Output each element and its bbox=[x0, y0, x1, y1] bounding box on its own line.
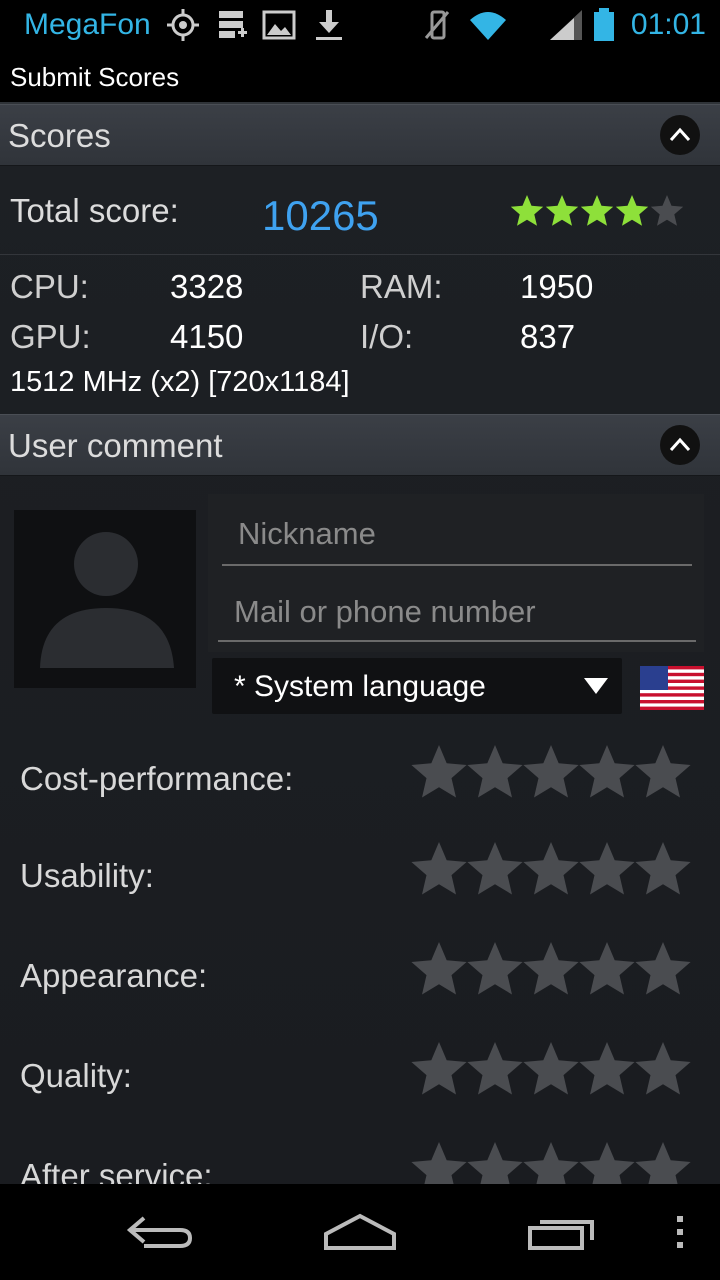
rating-label: Cost-performance: bbox=[20, 760, 294, 797]
language-selected: * System language bbox=[234, 670, 486, 703]
total-score-value: 10265 bbox=[262, 192, 379, 239]
star-empty-icon[interactable] bbox=[411, 745, 467, 798]
rating-stars[interactable] bbox=[410, 1141, 692, 1184]
star-filled-icon bbox=[615, 195, 649, 226]
cpu-label: CPU: bbox=[10, 268, 89, 305]
carrier-name: MegaFon bbox=[24, 8, 151, 41]
star-empty-icon[interactable] bbox=[579, 1142, 635, 1184]
star-empty-icon bbox=[650, 195, 684, 226]
rating-row: Quality: bbox=[0, 1037, 720, 1127]
star-empty-icon[interactable] bbox=[579, 842, 635, 895]
home-icon[interactable] bbox=[322, 1212, 398, 1252]
star-empty-icon[interactable] bbox=[523, 942, 579, 995]
star-empty-icon[interactable] bbox=[467, 842, 523, 895]
signal-icon bbox=[550, 10, 582, 40]
rating-label: Quality: bbox=[20, 1057, 132, 1094]
action-bar: Submit Scores bbox=[0, 50, 720, 104]
star-empty-icon[interactable] bbox=[411, 842, 467, 895]
gpu-value: 4150 bbox=[170, 318, 244, 355]
user-placeholder-icon bbox=[40, 532, 174, 668]
rating-row: Cost-performance: bbox=[0, 740, 720, 830]
contact-placeholder: Mail or phone number bbox=[234, 594, 536, 629]
star-empty-icon[interactable] bbox=[467, 745, 523, 798]
star-filled-icon bbox=[545, 195, 579, 226]
star-empty-icon[interactable] bbox=[467, 1142, 523, 1184]
ram-label: RAM: bbox=[360, 268, 443, 305]
nickname-field[interactable]: Nickname bbox=[208, 494, 704, 580]
star-empty-icon[interactable] bbox=[523, 1142, 579, 1184]
scores-header-label: Scores bbox=[8, 117, 111, 154]
contact-field[interactable]: Mail or phone number bbox=[208, 580, 704, 652]
comment-header-label: User comment bbox=[8, 427, 223, 464]
scores-section-header[interactable]: Scores bbox=[0, 104, 720, 166]
rating-stars[interactable] bbox=[410, 841, 692, 905]
image-icon bbox=[262, 10, 296, 40]
wifi-icon bbox=[470, 12, 506, 40]
star-empty-icon[interactable] bbox=[467, 942, 523, 995]
language-dropdown[interactable]: * System language bbox=[212, 658, 622, 714]
star-empty-icon[interactable] bbox=[467, 1042, 523, 1095]
contact-underline bbox=[218, 640, 696, 642]
nickname-placeholder: Nickname bbox=[238, 516, 376, 551]
nickname-underline bbox=[222, 564, 692, 566]
dropdown-arrow-icon bbox=[584, 678, 608, 694]
rating-row: Usability: bbox=[0, 837, 720, 927]
avatar[interactable] bbox=[14, 510, 196, 688]
comment-section-header[interactable]: User comment bbox=[0, 414, 720, 476]
star-empty-icon[interactable] bbox=[635, 842, 691, 895]
rating-label: Usability: bbox=[20, 857, 154, 894]
star-empty-icon[interactable] bbox=[579, 1042, 635, 1095]
battery-icon bbox=[594, 8, 614, 41]
back-icon[interactable] bbox=[124, 1212, 196, 1252]
comment-collapse-button[interactable] bbox=[660, 425, 700, 465]
star-empty-icon[interactable] bbox=[579, 745, 635, 798]
rating-row: Appearance: bbox=[0, 937, 720, 1027]
star-empty-icon[interactable] bbox=[579, 942, 635, 995]
chevron-up-icon bbox=[669, 127, 691, 142]
navigation-bar bbox=[0, 1184, 720, 1280]
star-empty-icon[interactable] bbox=[635, 942, 691, 995]
star-filled-icon bbox=[580, 195, 614, 226]
download-icon bbox=[316, 10, 342, 40]
recent-apps-icon[interactable] bbox=[526, 1212, 598, 1252]
star-empty-icon[interactable] bbox=[411, 1042, 467, 1095]
gps-icon bbox=[167, 9, 199, 41]
rating-stars[interactable] bbox=[410, 744, 692, 808]
star-empty-icon[interactable] bbox=[635, 1042, 691, 1095]
us-flag-icon[interactable] bbox=[640, 666, 704, 710]
star-empty-icon[interactable] bbox=[523, 745, 579, 798]
mute-icon bbox=[424, 10, 450, 40]
page-title: Submit Scores bbox=[10, 62, 180, 92]
star-empty-icon[interactable] bbox=[411, 1142, 467, 1184]
gpu-label: GPU: bbox=[10, 318, 91, 355]
star-empty-icon[interactable] bbox=[635, 1142, 691, 1184]
cpu-value: 3328 bbox=[170, 268, 244, 305]
rating-row: After service: bbox=[0, 1137, 720, 1184]
star-filled-icon bbox=[510, 195, 544, 226]
star-empty-icon[interactable] bbox=[411, 942, 467, 995]
star-empty-icon[interactable] bbox=[523, 1042, 579, 1095]
io-label: I/O: bbox=[360, 318, 414, 355]
total-score-label: Total score: bbox=[10, 192, 179, 229]
clock: 01:01 bbox=[630, 8, 706, 41]
ram-value: 1950 bbox=[520, 268, 594, 305]
storage-icon bbox=[219, 11, 247, 38]
device-info: 1512 MHz (x2) [720x1184] bbox=[10, 366, 350, 398]
chevron-up-icon bbox=[669, 437, 691, 452]
status-bar: MegaFon 01:01 bbox=[0, 0, 720, 50]
star-empty-icon[interactable] bbox=[523, 842, 579, 895]
total-score-stars bbox=[510, 195, 684, 226]
main-content[interactable]: Scores Total score: 10265 CPU: 3328 RAM:… bbox=[0, 104, 720, 1184]
rating-label: Appearance: bbox=[20, 957, 208, 994]
rating-label: After service: bbox=[20, 1157, 213, 1184]
rating-stars[interactable] bbox=[410, 1041, 692, 1105]
total-score-row: Total score: 10265 bbox=[0, 170, 720, 255]
scores-collapse-button[interactable] bbox=[660, 115, 700, 155]
rating-stars[interactable] bbox=[410, 941, 692, 1005]
star-empty-icon[interactable] bbox=[635, 745, 691, 798]
io-value: 837 bbox=[520, 318, 576, 355]
overflow-menu-icon[interactable] bbox=[670, 1212, 690, 1252]
